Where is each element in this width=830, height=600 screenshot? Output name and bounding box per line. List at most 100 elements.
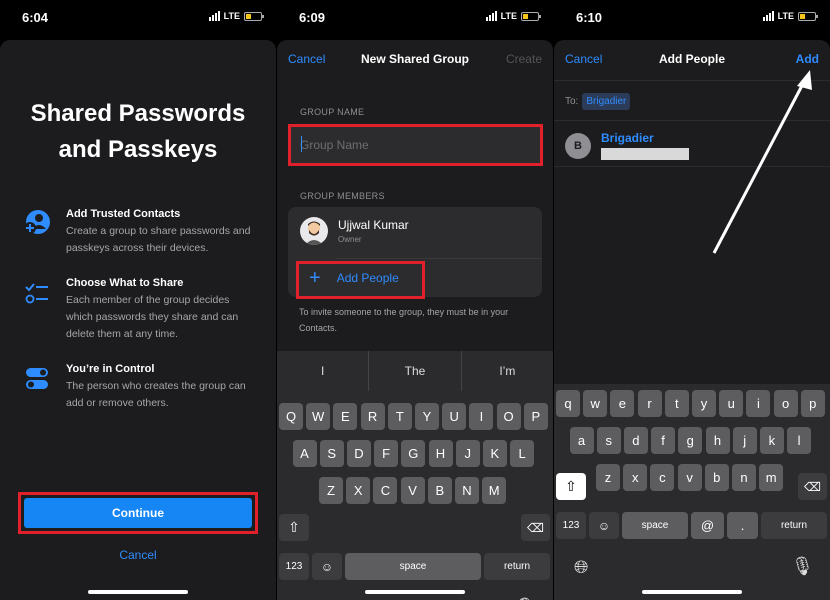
- letter-key[interactable]: F: [374, 440, 399, 467]
- globe-icon[interactable]: 🌐︎: [574, 557, 588, 578]
- letter-key[interactable]: C: [373, 477, 398, 504]
- group-members-header: GROUP MEMBERS: [300, 191, 385, 201]
- member-row[interactable]: Ujjwal Kumar Owner: [300, 217, 409, 245]
- numbers-key[interactable]: 123: [279, 553, 309, 580]
- letter-key[interactable]: M: [482, 477, 507, 504]
- letter-key[interactable]: Y: [415, 403, 439, 430]
- suggestion-item[interactable]: I: [277, 351, 368, 391]
- delete-icon: ⌫: [804, 479, 821, 494]
- letter-key[interactable]: f: [651, 427, 676, 454]
- letter-key[interactable]: T: [387, 403, 412, 430]
- new-shared-group-screen: 6:09 LTE Cancel New Shared Group Create …: [277, 0, 553, 600]
- suggestion-bar: I The I’m: [277, 351, 553, 391]
- battery-icon: [521, 11, 541, 21]
- return-key[interactable]: return: [484, 553, 550, 580]
- suggestion-item[interactable]: The: [368, 351, 460, 391]
- letter-key[interactable]: y: [692, 390, 716, 417]
- letter-key[interactable]: K: [482, 440, 507, 467]
- space-key[interactable]: space: [345, 553, 481, 580]
- letter-key[interactable]: l: [787, 427, 812, 454]
- network-label: LTE: [777, 11, 794, 21]
- letter-key[interactable]: U: [442, 403, 467, 430]
- letter-key[interactable]: v: [677, 464, 702, 491]
- feature-body: Create a group to share passwords and pa…: [66, 225, 251, 254]
- letter-key[interactable]: B: [427, 477, 452, 504]
- suggestion-item[interactable]: I’m: [460, 351, 553, 391]
- letter-key[interactable]: P: [523, 403, 548, 430]
- delete-key[interactable]: ⌫: [798, 473, 827, 500]
- home-indicator[interactable]: [88, 590, 188, 594]
- home-indicator[interactable]: [365, 590, 465, 594]
- group-name-input[interactable]: [291, 127, 540, 163]
- microphone-icon[interactable]: 🎙︎: [791, 556, 814, 577]
- letter-key[interactable]: Z: [319, 477, 343, 504]
- letter-key[interactable]: O: [496, 403, 521, 430]
- letter-key[interactable]: S: [319, 440, 344, 467]
- feature-title: You’re in Control: [66, 363, 155, 375]
- shift-key[interactable]: ⇧: [556, 473, 586, 500]
- letter-key[interactable]: q: [556, 390, 580, 417]
- letter-key[interactable]: H: [428, 440, 453, 467]
- letter-key[interactable]: A: [292, 440, 317, 467]
- feature-body: Each member of the group decides which p…: [66, 294, 239, 340]
- emoji-key[interactable]: ☺: [589, 512, 619, 539]
- shift-key[interactable]: ⇧: [279, 514, 309, 541]
- emoji-key[interactable]: ☺: [312, 553, 342, 580]
- battery-icon: [244, 11, 264, 21]
- letter-key[interactable]: p: [800, 390, 825, 417]
- home-indicator[interactable]: [642, 590, 742, 594]
- letter-key[interactable]: Q: [279, 403, 303, 430]
- page-title: Shared Passwords and Passkeys: [0, 96, 276, 168]
- letter-key[interactable]: R: [360, 403, 385, 430]
- letter-key[interactable]: w: [583, 390, 608, 417]
- letter-key[interactable]: t: [664, 390, 689, 417]
- group-name-highlight: [288, 124, 543, 166]
- numbers-key[interactable]: 123: [556, 512, 586, 539]
- nav-bar: Cancel New Shared Group Create: [277, 52, 553, 72]
- letter-key[interactable]: h: [705, 427, 730, 454]
- letter-key[interactable]: i: [746, 390, 771, 417]
- letter-key[interactable]: o: [773, 390, 798, 417]
- letter-key[interactable]: j: [732, 427, 757, 454]
- dot-key[interactable]: .: [727, 512, 758, 539]
- letter-key[interactable]: d: [623, 427, 648, 454]
- add-people-button[interactable]: + Add People: [309, 266, 399, 290]
- letter-key[interactable]: V: [400, 477, 425, 504]
- continue-button[interactable]: Continue: [24, 498, 252, 528]
- letter-key[interactable]: s: [596, 427, 621, 454]
- status-bar: 6:09 LTE: [277, 0, 553, 34]
- letter-key[interactable]: u: [719, 390, 744, 417]
- cancel-button[interactable]: Cancel: [0, 548, 276, 562]
- letter-key[interactable]: J: [455, 440, 480, 467]
- letter-key[interactable]: N: [455, 477, 479, 504]
- checklist-icon: [22, 277, 54, 343]
- letter-key[interactable]: b: [704, 464, 729, 491]
- member-role: Owner: [338, 235, 362, 244]
- letter-key[interactable]: k: [759, 427, 784, 454]
- signal-icon: [485, 11, 497, 21]
- letter-key[interactable]: r: [637, 390, 662, 417]
- letter-key[interactable]: m: [759, 464, 784, 491]
- letter-key[interactable]: L: [510, 440, 535, 467]
- letter-key[interactable]: G: [401, 440, 426, 467]
- letter-key[interactable]: D: [346, 440, 371, 467]
- feature-title: Choose What to Share: [66, 277, 184, 289]
- letter-key[interactable]: x: [623, 464, 648, 491]
- letter-key[interactable]: n: [732, 464, 756, 491]
- letter-key[interactable]: e: [610, 390, 635, 417]
- letter-key[interactable]: a: [569, 427, 594, 454]
- add-people-sheet: Cancel Add People Add To: Brigadier B Br…: [554, 40, 830, 600]
- delete-key[interactable]: ⌫: [521, 514, 550, 541]
- create-button[interactable]: Create: [506, 52, 542, 66]
- at-key[interactable]: @: [691, 512, 724, 539]
- letter-key[interactable]: X: [346, 477, 371, 504]
- letter-key[interactable]: z: [596, 464, 620, 491]
- letter-key[interactable]: W: [306, 403, 331, 430]
- letter-key[interactable]: E: [333, 403, 358, 430]
- letter-key[interactable]: I: [469, 403, 494, 430]
- letter-key[interactable]: c: [650, 464, 675, 491]
- space-key[interactable]: space: [622, 512, 688, 539]
- battery-icon: [798, 11, 818, 21]
- letter-key[interactable]: g: [678, 427, 703, 454]
- return-key[interactable]: return: [761, 512, 827, 539]
